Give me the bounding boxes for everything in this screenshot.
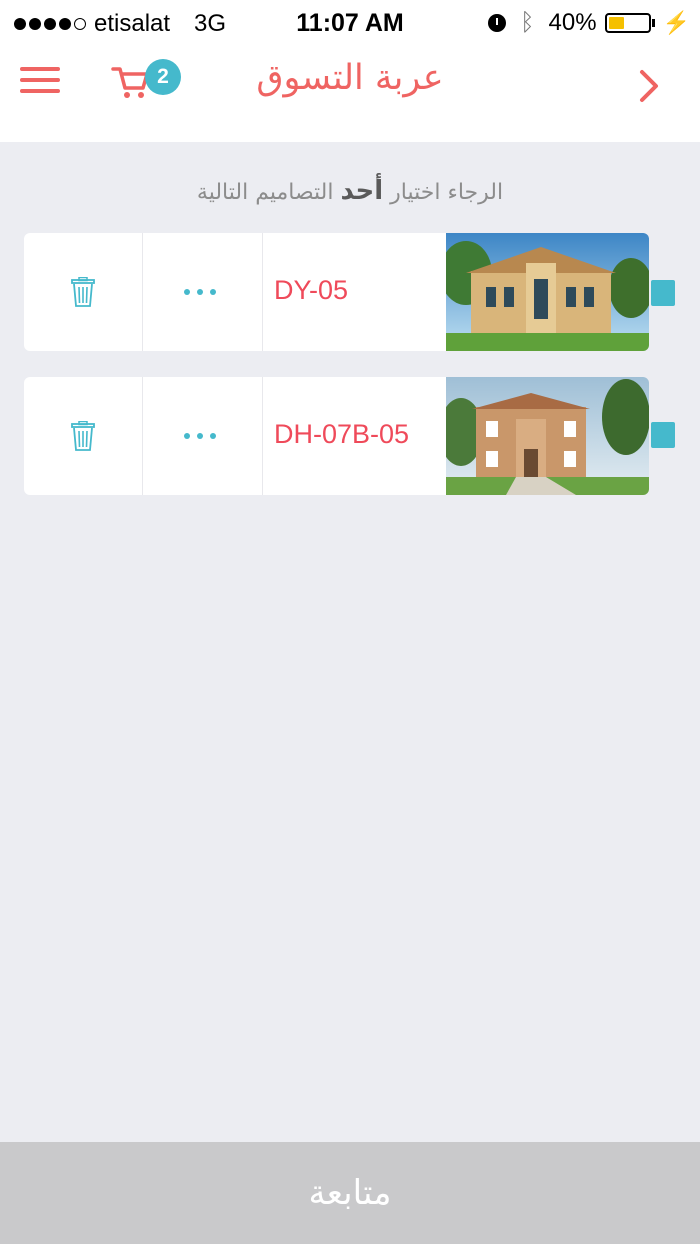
drag-handle[interactable] <box>651 280 675 306</box>
design-code-cell: DY-05 <box>263 233 446 351</box>
instruction-text: الرجاء اختيار أحد التصاميم التالية <box>0 176 700 206</box>
trash-icon[interactable] <box>70 421 96 451</box>
cart-item: DH-07B-05 <box>24 377 649 495</box>
instruction-part1: الرجاء اختيار <box>390 180 504 205</box>
more-options-button[interactable] <box>142 377 263 495</box>
page-title: عربة التسوق <box>256 58 444 98</box>
battery-percent: 40% <box>548 9 597 36</box>
status-right: ᛒ 40% ⚡ <box>488 9 690 37</box>
cart-item: DY-05 <box>24 233 649 351</box>
delete-cell[interactable] <box>24 377 143 495</box>
design-code: DH-07B-05 <box>274 419 410 449</box>
instruction-emphasis: أحد <box>340 176 384 206</box>
more-options-button[interactable] <box>142 233 263 351</box>
battery-icon <box>604 13 651 33</box>
continue-button[interactable]: متابعة <box>0 1142 700 1244</box>
trash-icon[interactable] <box>70 277 96 307</box>
design-thumbnail[interactable] <box>446 377 649 495</box>
drag-handle[interactable] <box>651 422 675 448</box>
bluetooth-icon: ᛒ <box>520 9 535 36</box>
nav-bar: 2 عربة التسوق <box>0 48 700 142</box>
status-bar: etisalat 3G 11:07 AM ᛒ 40% ⚡ <box>0 0 700 48</box>
charging-icon: ⚡ <box>662 10 690 35</box>
delete-cell[interactable] <box>24 233 143 351</box>
more-dots-icon[interactable] <box>184 289 216 295</box>
design-thumbnail[interactable] <box>446 233 649 351</box>
alarm-icon <box>488 14 507 32</box>
design-code-cell: DH-07B-05 <box>263 377 446 495</box>
design-code: DY-05 <box>274 275 349 305</box>
more-dots-icon[interactable] <box>184 433 216 439</box>
instruction-part2: التصاميم التالية <box>196 180 334 205</box>
chevron-right-icon[interactable] <box>634 66 664 106</box>
